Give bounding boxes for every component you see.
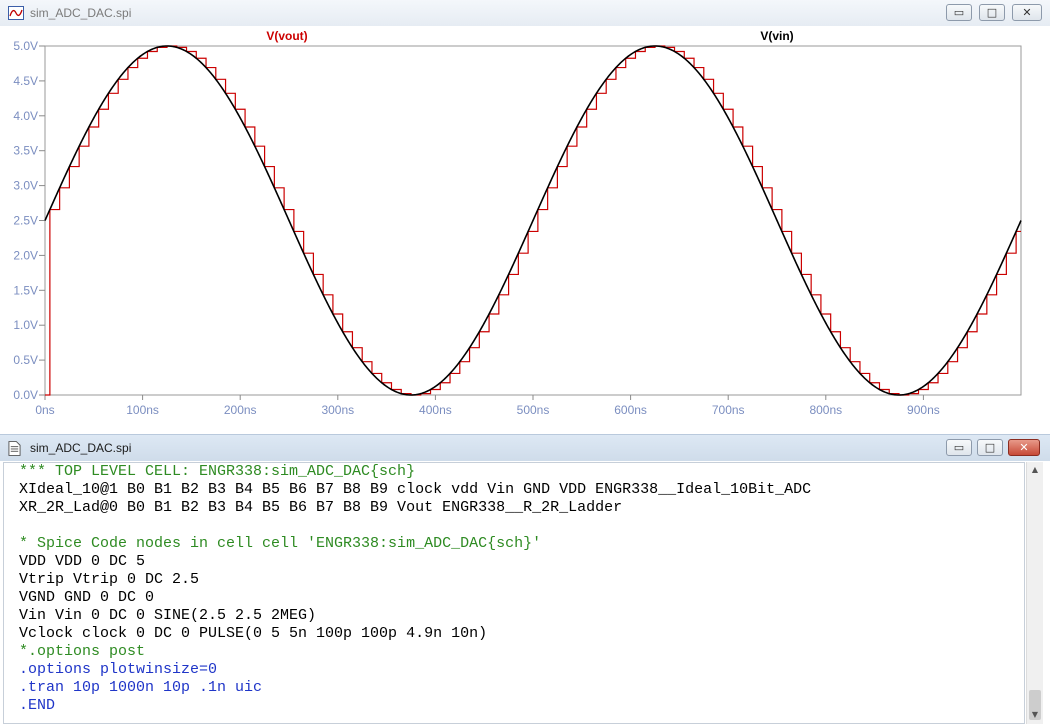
netlist-line: XIdeal_10@1 B0 B1 B2 B3 B4 B5 B6 B7 B8 B… (19, 481, 812, 498)
y-tick-label: 0.5V (13, 353, 38, 367)
netlist-window: sim_ADC_DAC.spi ▭ □ ✕ *** TOP LEVEL CELL… (0, 434, 1050, 728)
y-tick-label: 1.0V (13, 318, 38, 332)
y-tick-label: 3.0V (13, 179, 38, 193)
minimize-button[interactable]: ▭ (946, 4, 972, 21)
y-tick-label: 1.5V (13, 283, 38, 297)
waveform-window-title: sim_ADC_DAC.spi (30, 6, 132, 20)
minimize-button[interactable]: ▭ (946, 439, 972, 456)
netlist-line: *** TOP LEVEL CELL: ENGR338:sim_ADC_DAC{… (19, 463, 416, 480)
netlist-line: VGND GND 0 DC 0 (19, 589, 155, 606)
y-tick-label: 4.0V (13, 109, 38, 123)
legend-vin: V(vin) (760, 29, 793, 43)
x-tick-label: 400ns (419, 403, 452, 417)
y-tick-label: 3.5V (13, 144, 38, 158)
document-icon (8, 441, 21, 456)
y-tick-label: 2.5V (13, 214, 38, 228)
x-tick-label: 100ns (126, 403, 159, 417)
legend-vout: V(vout) (266, 29, 307, 43)
close-button[interactable]: ✕ (1008, 439, 1040, 456)
netlist-window-title: sim_ADC_DAC.spi (30, 441, 132, 455)
y-tick-label: 4.5V (13, 74, 38, 88)
close-button[interactable]: ✕ (1012, 4, 1042, 21)
x-tick-label: 300ns (321, 403, 354, 417)
netlist-line (4, 517, 1024, 535)
netlist-line: VDD VDD 0 DC 5 (19, 553, 146, 570)
waveform-app-icon (8, 6, 24, 20)
vertical-scrollbar[interactable]: ▲ ▼ (1026, 462, 1043, 724)
netlist-line: * Spice Code nodes in cell cell 'ENGR338… (19, 535, 542, 552)
y-tick-label: 0.0V (13, 388, 38, 402)
scroll-up-arrow-icon[interactable]: ▲ (1027, 462, 1043, 478)
netlist-line: Vin Vin 0 DC 0 SINE(2.5 2.5 2MEG) (19, 607, 317, 624)
netlist-title-bar[interactable]: sim_ADC_DAC.spi ▭ □ ✕ (0, 435, 1050, 461)
waveform-window: sim_ADC_DAC.spi ▭ □ ✕ 0.0V 0.5V 1.0V 1.5V 2.… (0, 0, 1050, 430)
scroll-down-arrow-icon[interactable]: ▼ (1027, 707, 1043, 723)
netlist-line: XR_2R_Lad@0 B0 B1 B2 B3 B4 B5 B6 B7 B8 B… (19, 499, 623, 516)
netlist-line: Vtrip Vtrip 0 DC 2.5 (19, 571, 200, 588)
netlist-line: .tran 10p 1000n 10p .1n uic (19, 679, 263, 696)
x-tick-label: 200ns (224, 403, 257, 417)
netlist-line: .END (19, 697, 56, 714)
x-tick-label: 700ns (712, 403, 745, 417)
netlist-line: *.options post (19, 643, 146, 660)
x-tick-label: 0ns (35, 403, 54, 417)
x-tick-label: 500ns (517, 403, 550, 417)
maximize-button[interactable]: □ (977, 439, 1003, 456)
netlist-text-editor[interactable]: *** TOP LEVEL CELL: ENGR338:sim_ADC_DAC{… (3, 462, 1025, 724)
netlist-line: Vclock clock 0 DC 0 PULSE(0 5 5n 100p 10… (19, 625, 488, 642)
netlist-line: .options plotwinsize=0 (19, 661, 218, 678)
y-tick-label: 2.0V (13, 248, 38, 262)
y-tick-label: 5.0V (13, 39, 38, 53)
waveform-plot[interactable]: 0.0V 0.5V 1.0V 1.5V 2.0V 2.5V 3.0V 3.5V 4.0V 4.5V… (0, 26, 1050, 428)
x-tick-label: 800ns (809, 403, 842, 417)
x-tick-label: 900ns (907, 403, 940, 417)
x-tick-label: 600ns (614, 403, 647, 417)
maximize-button[interactable]: □ (979, 4, 1005, 21)
waveform-title-bar[interactable]: sim_ADC_DAC.spi ▭ □ ✕ (0, 0, 1050, 26)
